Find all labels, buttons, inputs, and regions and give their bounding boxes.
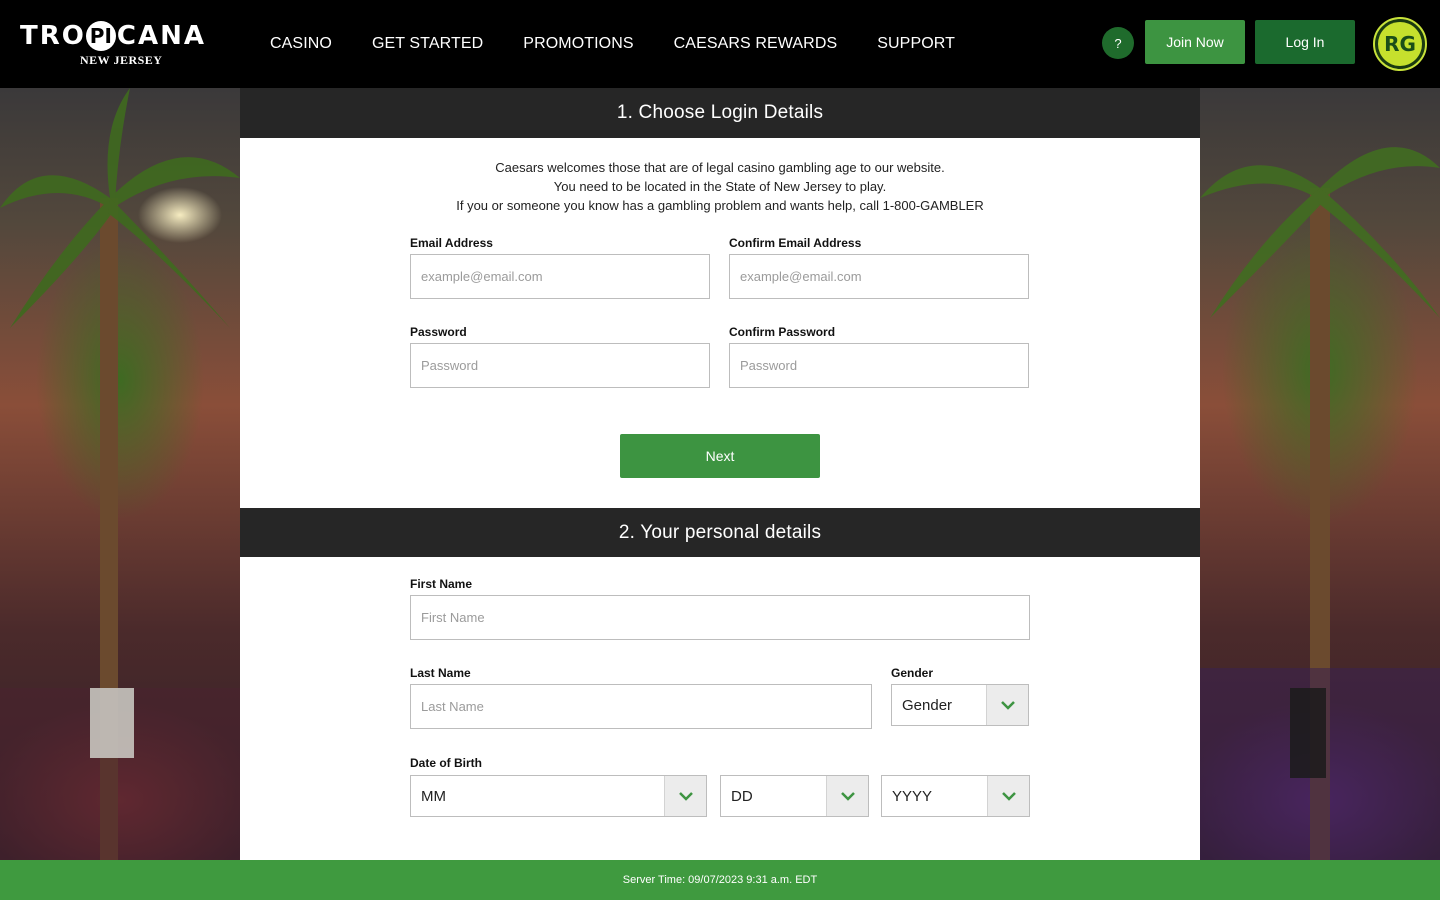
responsible-gaming-badge[interactable]: RG: [1373, 17, 1427, 71]
email-field[interactable]: [410, 254, 710, 299]
join-now-button[interactable]: Join Now: [1145, 20, 1245, 64]
tropicana-logo[interactable]: TRO PI CANA NEW JERSEY: [20, 20, 220, 70]
logo-text-part1: TRO: [20, 21, 86, 51]
intro-line-gambler-help: If you or someone you know has a gamblin…: [456, 198, 984, 213]
chevron-down-icon: [664, 776, 706, 816]
nav-promotions[interactable]: PROMOTIONS: [523, 35, 633, 53]
logo-text-part2: CANA: [116, 21, 206, 51]
registration-panel: 1. Choose Login Details Caesars welcomes…: [240, 88, 1200, 860]
last-name-label: Last Name: [410, 666, 471, 680]
dob-day-select[interactable]: DD: [720, 775, 869, 817]
email-label: Email Address: [410, 236, 493, 250]
dob-day-value: DD: [731, 787, 753, 805]
top-header: TRO PI CANA NEW JERSEY CASINO GET STARTE…: [0, 0, 1440, 88]
log-in-button[interactable]: Log In: [1255, 20, 1355, 64]
confirm-password-label: Confirm Password: [729, 325, 836, 339]
rg-badge-text: RG: [1378, 22, 1422, 66]
nav-caesars-rewards[interactable]: CAESARS REWARDS: [674, 35, 838, 53]
dob-month-value: MM: [421, 787, 446, 805]
section-personal-details-header: 2. Your personal details: [240, 508, 1200, 557]
first-name-label: First Name: [410, 577, 473, 591]
first-name-field[interactable]: [410, 595, 1030, 640]
logo-subtitle: NEW JERSEY: [80, 53, 163, 67]
dob-label: Date of Birth: [410, 756, 482, 770]
dob-month-select[interactable]: MM: [410, 775, 707, 817]
section-login-details-header: 1. Choose Login Details: [240, 88, 1200, 138]
intro-line-age: Caesars welcomes those that are of legal…: [495, 160, 945, 175]
password-field[interactable]: [410, 343, 710, 388]
gender-select-value: Gender: [902, 696, 953, 714]
chevron-down-icon: [987, 776, 1029, 816]
dob-year-select[interactable]: YYYY: [881, 775, 1030, 817]
nav-get-started[interactable]: GET STARTED: [372, 35, 483, 53]
nav-casino[interactable]: CASINO: [270, 35, 332, 53]
gender-select[interactable]: Gender: [891, 684, 1029, 726]
background-palm-left: [0, 88, 240, 860]
nav-support[interactable]: SUPPORT: [877, 35, 955, 53]
dob-year-value: YYYY: [892, 787, 933, 805]
server-time-footer: Server Time: 09/07/2023 9:31 a.m. EDT: [0, 860, 1440, 900]
help-button[interactable]: ?: [1102, 27, 1134, 59]
background-palm-right: [1200, 88, 1440, 860]
chevron-down-icon: [826, 776, 868, 816]
password-label: Password: [410, 325, 467, 339]
confirm-password-field[interactable]: [729, 343, 1029, 388]
main-nav: CASINO GET STARTED PROMOTIONS CAESARS RE…: [270, 35, 955, 53]
gender-label: Gender: [891, 666, 934, 680]
chevron-down-icon: [986, 685, 1028, 725]
intro-text: Caesars welcomes those that are of legal…: [240, 158, 1200, 215]
confirm-email-label: Confirm Email Address: [729, 236, 862, 250]
last-name-field[interactable]: [410, 684, 872, 729]
intro-line-location: You need to be located in the State of N…: [553, 179, 887, 194]
next-button[interactable]: Next: [620, 434, 820, 478]
confirm-email-field[interactable]: [729, 254, 1029, 299]
logo-text-circle: PI: [85, 21, 116, 51]
